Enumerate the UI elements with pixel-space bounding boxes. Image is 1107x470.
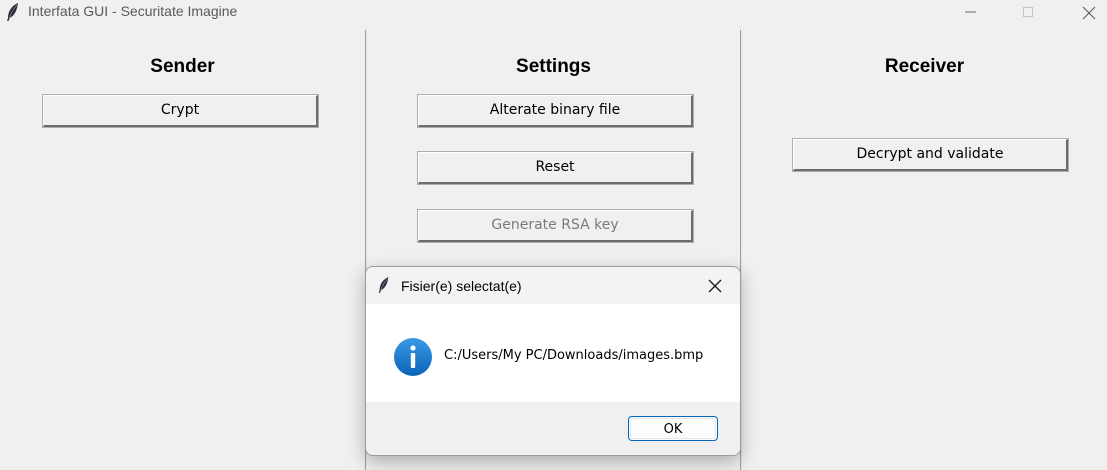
ok-button[interactable]: OK	[628, 416, 718, 441]
maximize-icon	[1023, 7, 1033, 17]
generate-rsa-key-button[interactable]: Generate RSA key	[417, 209, 694, 243]
dialog-title-bar[interactable]: Fisier(e) selectat(e)	[366, 267, 740, 304]
close-icon	[1082, 6, 1096, 20]
settings-heading: Settings	[516, 56, 591, 77]
dialog-message: C:/Users/My PC/Downloads/images.bmp	[444, 348, 704, 363]
minimize-button[interactable]	[948, 0, 994, 24]
close-icon[interactable]	[706, 277, 724, 295]
dialog-footer: OK	[366, 402, 740, 455]
info-icon	[394, 338, 432, 376]
main-window: Interfata GUI - Securitate Imagine Sende…	[0, 0, 1107, 470]
feather-icon	[378, 277, 389, 293]
minimize-icon	[965, 11, 976, 13]
crypt-button[interactable]: Crypt	[42, 94, 319, 128]
maximize-button[interactable]	[1005, 0, 1051, 24]
alterate-binary-file-button[interactable]: Alterate binary file	[417, 94, 694, 128]
window-title: Interfata GUI - Securitate Imagine	[28, 3, 238, 19]
sender-heading: Sender	[150, 56, 215, 77]
info-dialog: Fisier(e) selectat(e) C:/Users/My PC/Dow…	[365, 266, 741, 456]
reset-button[interactable]: Reset	[417, 151, 694, 185]
sender-panel: Sender Crypt	[0, 30, 365, 470]
feather-icon	[7, 3, 18, 21]
decrypt-and-validate-button[interactable]: Decrypt and validate	[792, 138, 1069, 172]
dialog-body: C:/Users/My PC/Downloads/images.bmp	[366, 304, 740, 402]
close-button[interactable]	[1065, 0, 1107, 24]
receiver-panel: Receiver Decrypt and validate	[742, 30, 1107, 470]
dialog-title: Fisier(e) selectat(e)	[401, 278, 522, 294]
receiver-heading: Receiver	[884, 56, 965, 77]
title-bar[interactable]: Interfata GUI - Securitate Imagine	[0, 0, 1107, 30]
